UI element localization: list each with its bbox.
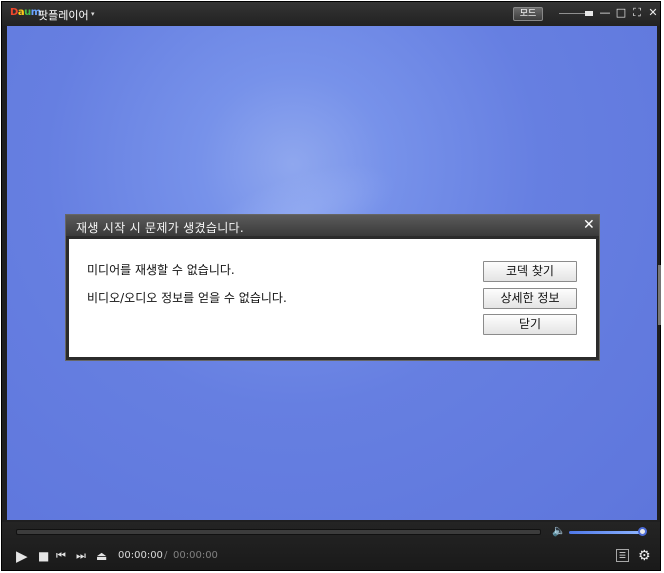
side-panel-handle[interactable] (658, 265, 661, 325)
details-button[interactable]: 상세한 정보 (483, 288, 577, 309)
eject-icon[interactable]: ⏏ (96, 549, 107, 563)
next-icon[interactable]: ⏭ (76, 549, 86, 563)
playback-error-dialog: 재생 시작 시 문제가 생겼습니다. ✕ 미디어를 재생할 수 없습니다. 비디… (65, 214, 600, 361)
app-title[interactable]: 팟플레이어 (38, 7, 89, 23)
mode-button[interactable]: 모드 (513, 7, 543, 21)
video-area[interactable]: 재생 시작 시 문제가 생겼습니다. ✕ 미디어를 재생할 수 없습니다. 비디… (7, 26, 657, 520)
dialog-body: 미디어를 재생할 수 없습니다. 비디오/오디오 정보를 얻을 수 없습니다. … (69, 239, 596, 357)
close-icon[interactable]: ✕ (647, 7, 659, 19)
settings-icon[interactable]: ⚙ (638, 548, 651, 564)
app-menu-caret-icon[interactable]: ▾ (91, 10, 95, 18)
minimize-icon[interactable]: — (599, 7, 611, 19)
time-separator: / (164, 550, 168, 561)
volume-slider-thumb[interactable] (638, 527, 647, 536)
playlist-icon[interactable]: ☰ (616, 549, 629, 562)
seek-bar[interactable] (16, 529, 541, 535)
stop-icon[interactable]: ■ (38, 549, 49, 563)
previous-icon[interactable]: ⏮ (56, 549, 66, 563)
opacity-slider-track[interactable] (559, 13, 585, 14)
dialog-title-bar[interactable]: 재생 시작 시 문제가 생겼습니다. ✕ (66, 215, 599, 236)
dialog-title: 재생 시작 시 문제가 생겼습니다. (76, 221, 244, 235)
maximize-icon[interactable]: □ (615, 7, 627, 19)
error-message-media: 미디어를 재생할 수 없습니다. (87, 263, 235, 277)
daum-logo: Daum (10, 7, 41, 18)
opacity-slider-thumb[interactable] (585, 11, 593, 16)
control-bar: 🔈 ▶ ■ ⏮ ⏭ ⏏ 00:00:00 / 00:00:00 ☰ ⚙ (2, 522, 660, 570)
total-time: 00:00:00 (173, 550, 218, 561)
volume-icon[interactable]: 🔈 (552, 524, 566, 537)
dialog-close-icon[interactable]: ✕ (583, 217, 595, 233)
potplayer-window: Daum 팟플레이어 ▾ 모드 — □ ⛶ ✕ 재생 시작 시 문제가 생겼습니… (1, 1, 661, 571)
error-message-av-info: 비디오/오디오 정보를 얻을 수 없습니다. (87, 291, 287, 305)
play-icon[interactable]: ▶ (16, 549, 28, 564)
current-time: 00:00:00 (118, 550, 163, 561)
find-codec-button[interactable]: 코덱 찾기 (483, 261, 577, 282)
volume-slider-track[interactable] (569, 531, 642, 534)
title-bar[interactable]: Daum 팟플레이어 ▾ 모드 — □ ⛶ ✕ (2, 2, 660, 26)
fullscreen-icon[interactable]: ⛶ (631, 7, 643, 19)
close-button[interactable]: 닫기 (483, 314, 577, 335)
